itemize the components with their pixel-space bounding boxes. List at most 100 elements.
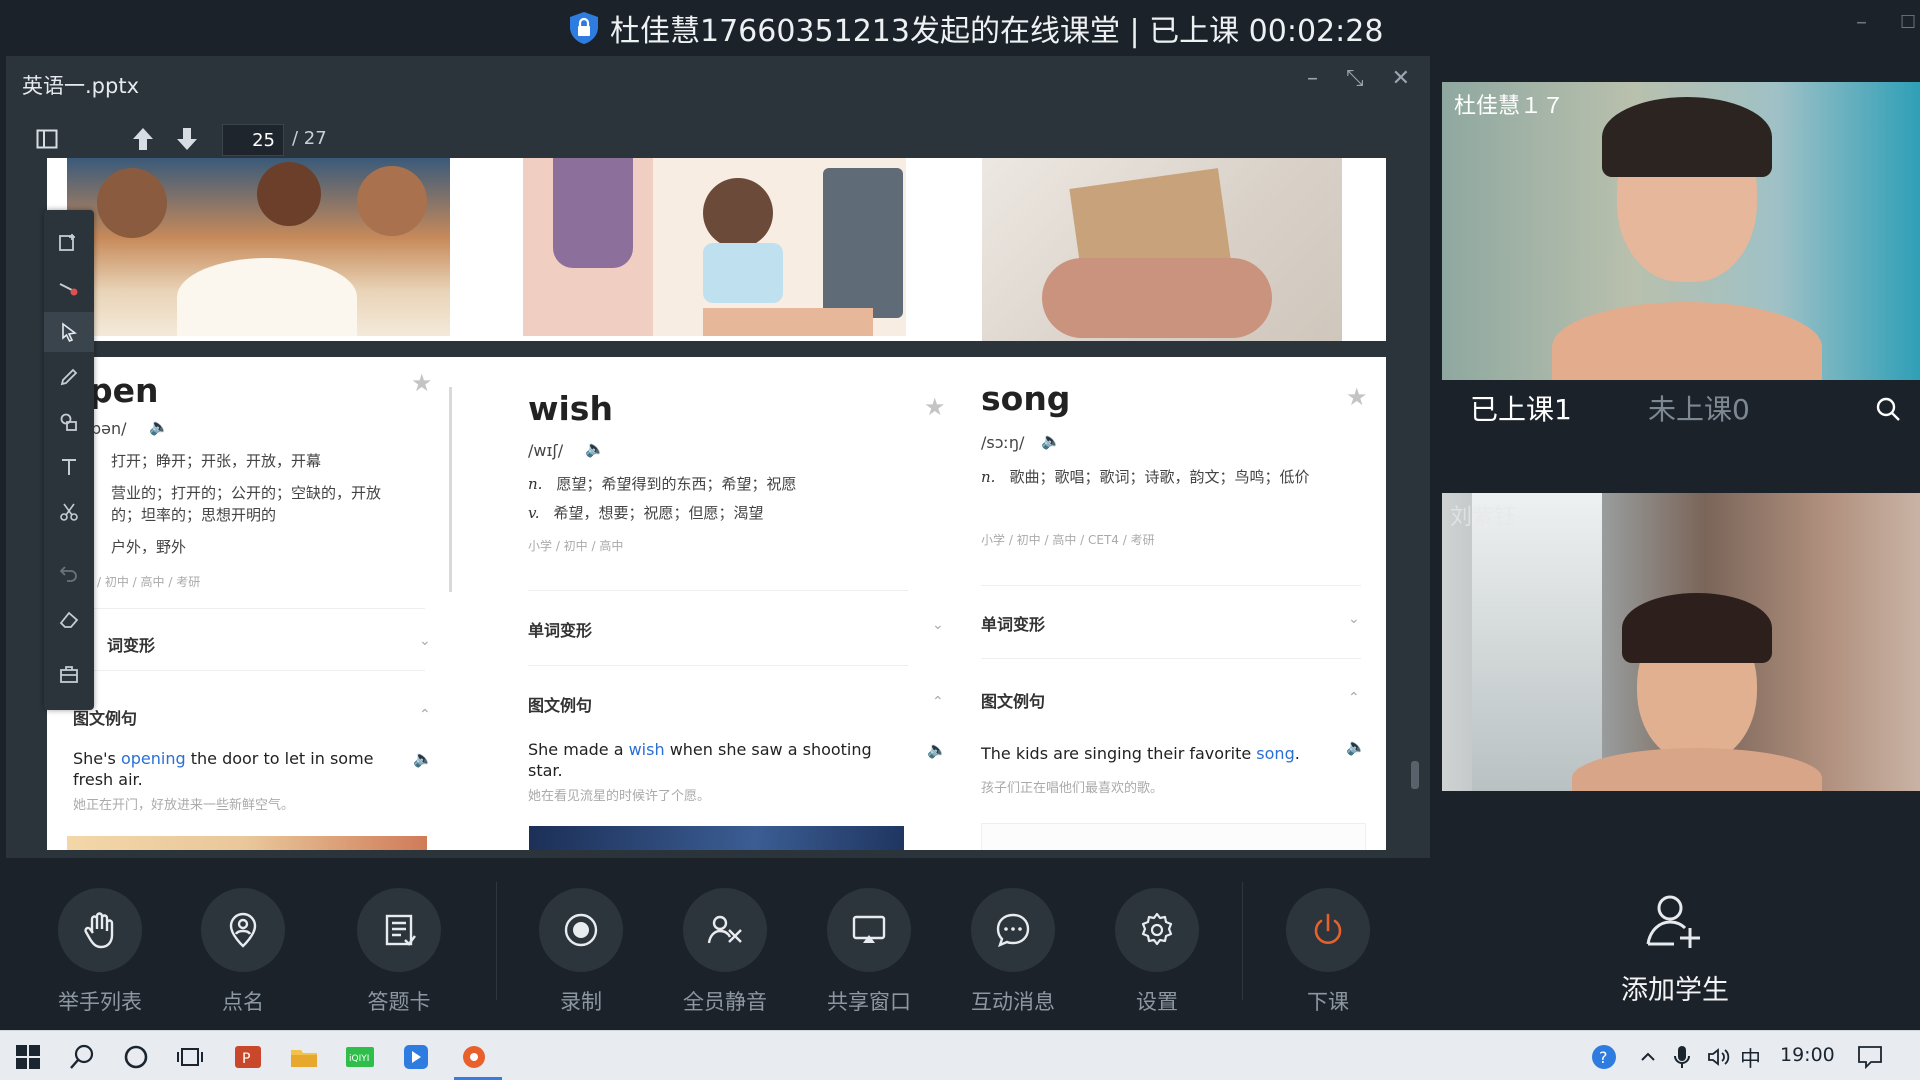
slide-canvas[interactable]: pen ★ pən/ 🔈 打开；睁开；开张，开放，开幕 营业的；打开的；公开的；… [47, 158, 1386, 850]
text-tool-icon[interactable] [44, 447, 94, 487]
word-card-3: song ★ /sɔːŋ/ 🔈 n. 歌曲；歌唱；歌词；诗歌，韵文；鸟鸣；低价 小… [956, 357, 1376, 850]
speaker-icon[interactable]: 🔈 [927, 740, 947, 759]
shapes-icon[interactable] [44, 402, 94, 442]
scissors-icon[interactable] [44, 492, 94, 532]
word-forms-section[interactable]: 单词变形 [981, 611, 1045, 635]
interactive-messages-button[interactable]: 互动消息 [953, 888, 1073, 1016]
slide-scrollbar[interactable] [1411, 761, 1419, 789]
share-window-button[interactable]: 共享窗口 [809, 888, 929, 1016]
window-shape [1472, 493, 1602, 791]
app-blue-icon[interactable] [398, 1039, 434, 1075]
powerpoint-icon[interactable]: P [230, 1039, 266, 1075]
roll-call-button[interactable]: 点名 [183, 888, 303, 1016]
word-forms-section[interactable]: 单词变形 [528, 617, 592, 641]
person-shape [257, 162, 321, 226]
scrollbar[interactable] [449, 387, 452, 592]
cake-shape [177, 258, 357, 336]
restore-icon[interactable]: ⤡ [1346, 66, 1364, 91]
star-icon[interactable]: ★ [411, 369, 433, 397]
speaker-icon[interactable]: 🔈 [1346, 737, 1366, 756]
end-class-button[interactable]: 下课 [1268, 888, 1388, 1016]
select-cursor-icon[interactable] [44, 312, 94, 352]
word-forms-section[interactable]: 词变形 [107, 632, 155, 656]
task-view-icon[interactable] [172, 1039, 208, 1075]
chevron-down-icon[interactable]: ⌄ [1348, 611, 1360, 627]
sidebar-toggle-icon[interactable] [36, 128, 58, 150]
interactive-messages-label: 互动消息 [971, 990, 1055, 1014]
svg-text:P: P [242, 1051, 250, 1067]
page-number-input[interactable]: 25 [222, 124, 284, 156]
definition-line: 的；坦率的；思想开明的 [111, 506, 277, 524]
student-video[interactable]: 刘紫钰 [1442, 493, 1920, 791]
classroom-control-bar: 举手列表 点名 答题卡 录制 全员静音 共享窗口 互动消息 设置 下课 [0, 858, 1430, 1030]
mute-all-button[interactable]: 全员静音 [665, 888, 785, 1016]
example-image [981, 823, 1366, 850]
classroom-app-icon[interactable] [456, 1039, 492, 1075]
speaker-icon[interactable]: 🔈 [149, 417, 169, 436]
chevron-up-icon[interactable]: ⌃ [1348, 690, 1360, 706]
shoulders-shape [1572, 748, 1822, 791]
cortana-icon[interactable] [118, 1039, 154, 1075]
windows-start-icon[interactable] [10, 1039, 46, 1075]
speaker-icon[interactable]: 🔈 [1041, 431, 1061, 450]
eraser-icon[interactable] [44, 600, 94, 640]
definition-line: n. 愿望；希望得到的东西；希望；祝愿 [528, 472, 796, 496]
record-icon [539, 888, 623, 972]
tab-attended[interactable]: 已上课1 [1470, 388, 1572, 428]
previous-page-icon[interactable] [132, 127, 154, 151]
example-translation: 她正在开门，好放进来一些新鲜空气。 [73, 798, 295, 813]
file-explorer-icon[interactable] [286, 1039, 322, 1075]
star-icon[interactable]: ★ [924, 393, 946, 421]
toolbox-icon[interactable] [44, 655, 94, 695]
example-translation: 孩子们正在唱他们最喜欢的歌。 [981, 781, 1164, 796]
examples-section[interactable]: 图文例句 [528, 692, 592, 716]
star-icon[interactable]: ★ [1346, 383, 1368, 411]
chevron-up-icon[interactable]: ⌃ [932, 694, 944, 710]
tab-absent[interactable]: 未上课0 [1648, 388, 1750, 428]
volume-icon[interactable] [1700, 1039, 1736, 1075]
word-phonetic: /sɔːŋ/ [981, 433, 1025, 452]
minimize-icon[interactable]: – [1307, 66, 1318, 91]
speaker-icon[interactable]: 🔈 [413, 749, 433, 768]
iqiyi-icon[interactable]: iQIYI [342, 1039, 378, 1075]
microphone-icon[interactable] [1664, 1039, 1700, 1075]
maximize-app-button[interactable]: ☐ [1900, 12, 1916, 33]
speaker-icon[interactable]: 🔈 [585, 439, 605, 458]
settings-button[interactable]: 设置 [1097, 888, 1217, 1016]
title-bar: 杜佳慧17660351213发起的在线课堂 | 已上课 00:02:28 – ☐ [0, 0, 1920, 55]
input-method-indicator[interactable]: 中 [1740, 1043, 1761, 1073]
raise-hand-list-button[interactable]: 举手列表 [40, 888, 160, 1016]
show-hidden-icons-icon[interactable] [1630, 1039, 1666, 1075]
next-page-icon[interactable] [176, 127, 198, 151]
mute-all-label: 全员静音 [683, 990, 767, 1014]
new-page-icon[interactable] [44, 222, 94, 262]
notifications-icon[interactable] [1852, 1039, 1888, 1075]
search-icon[interactable] [64, 1039, 100, 1075]
examples-section[interactable]: 图文例句 [981, 688, 1045, 712]
laser-pointer-icon[interactable] [44, 267, 94, 307]
clock[interactable]: 19:00 [1780, 1044, 1835, 1066]
word-title: wish [528, 389, 613, 428]
close-icon[interactable]: ✕ [1392, 66, 1410, 91]
hands-shape [1042, 258, 1272, 338]
add-student-button[interactable]: 添加学生 [1430, 886, 1920, 1026]
definition-line: 营业的；打开的；公开的；空缺的，开放 [111, 484, 382, 502]
undo-icon[interactable] [44, 552, 94, 592]
answer-card-button[interactable]: 答题卡 [339, 888, 459, 1016]
party-photo [67, 158, 450, 336]
example-translation: 她在看见流星的时候许了个愿。 [528, 789, 711, 804]
search-icon[interactable] [1875, 396, 1901, 422]
example-image [67, 836, 427, 850]
chevron-down-icon[interactable]: ⌄ [932, 617, 944, 633]
pencil-icon[interactable] [44, 357, 94, 397]
minimize-app-button[interactable]: – [1856, 10, 1867, 35]
location-pin-icon [201, 888, 285, 972]
table-shape [703, 308, 873, 336]
chevron-up-icon[interactable]: ⌃ [419, 707, 431, 723]
record-button[interactable]: 录制 [521, 888, 641, 1016]
separator [496, 882, 497, 1000]
help-icon[interactable]: ? [1588, 1039, 1624, 1075]
teacher-video[interactable]: 杜佳慧１７ [1442, 82, 1920, 380]
chevron-down-icon[interactable]: ⌄ [419, 633, 431, 649]
word-phonetic: pən/ [91, 419, 127, 438]
